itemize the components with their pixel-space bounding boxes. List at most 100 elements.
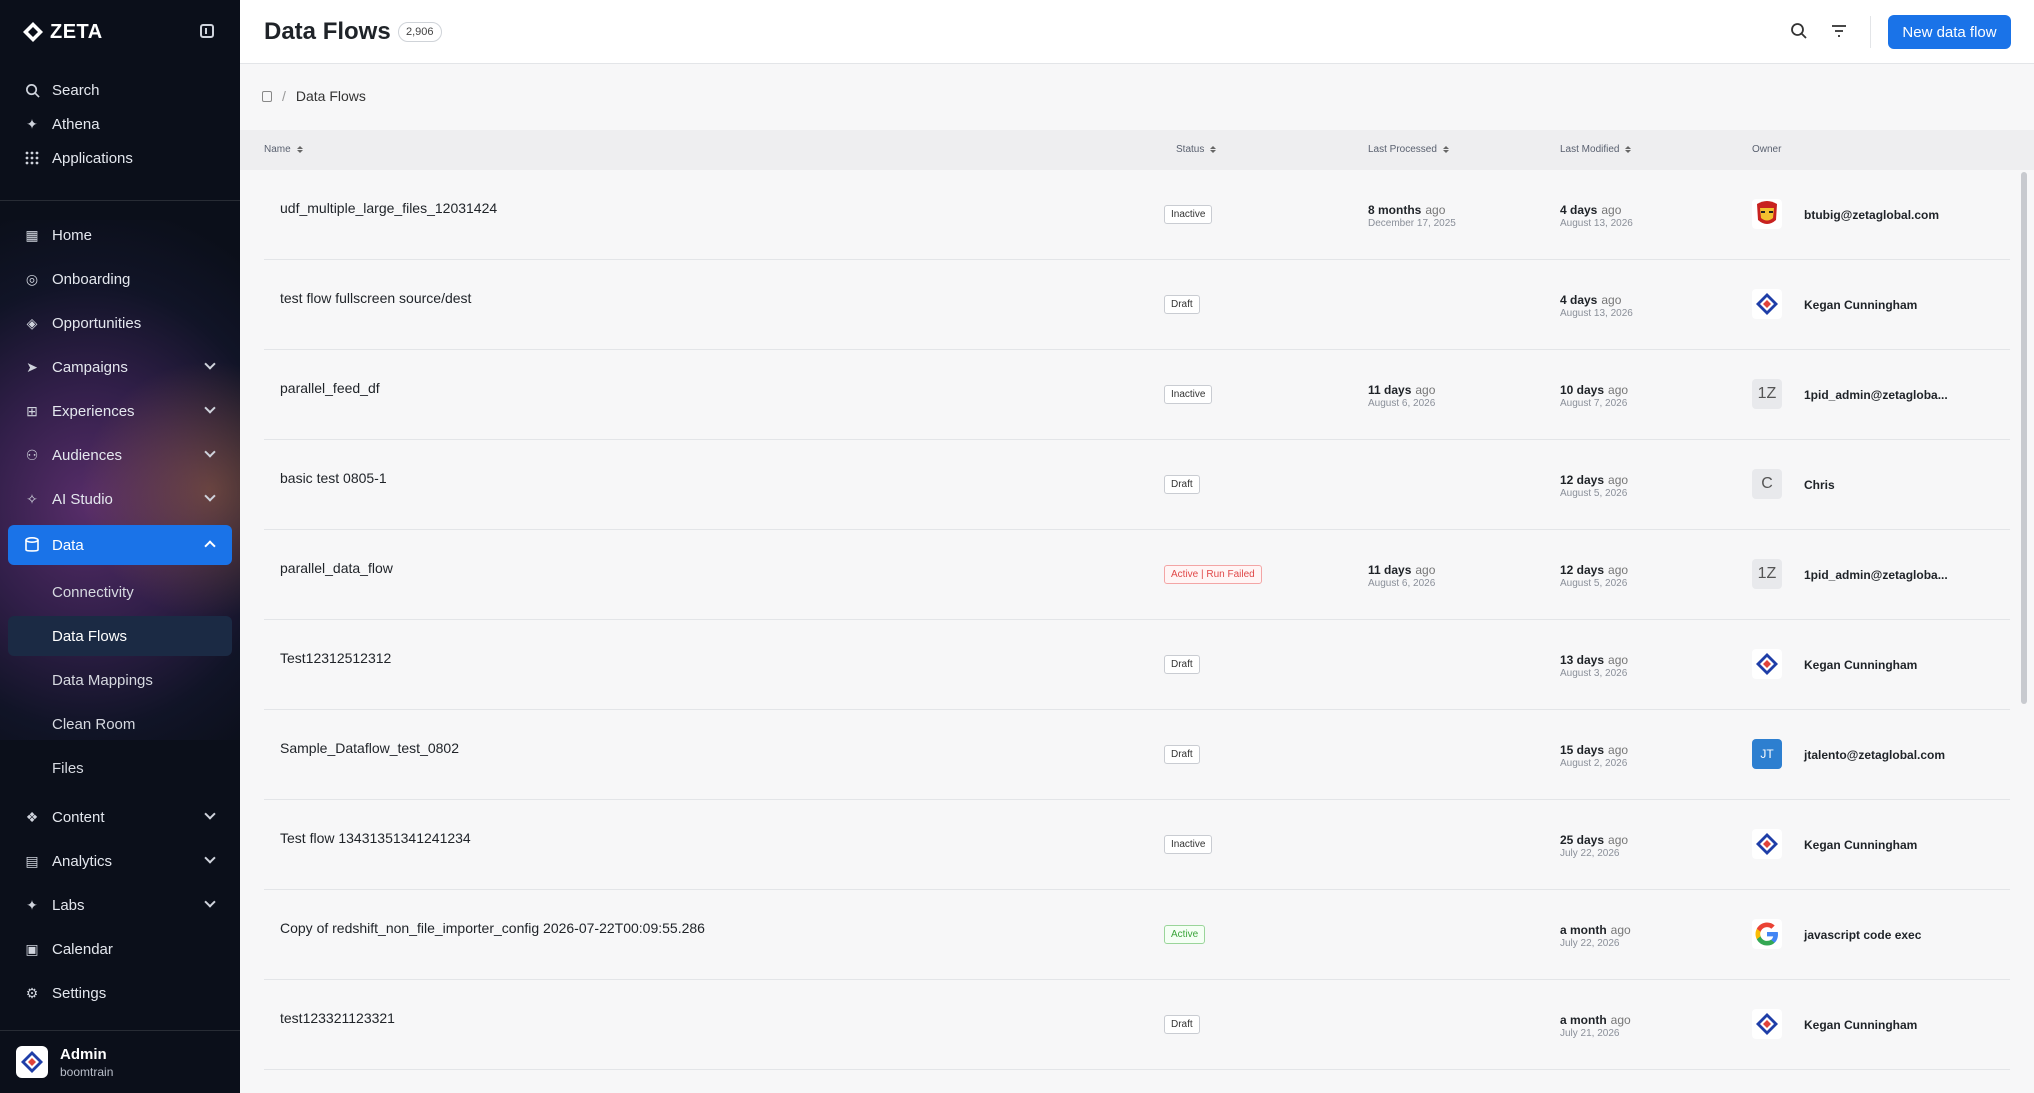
chevron-up-icon[interactable] [204,540,216,552]
table-row[interactable]: test123321123321 Draft a month ago July 2… [264,980,2010,1070]
chevron-down-icon[interactable] [204,402,216,414]
status-badge: Inactive [1164,205,1213,224]
flow-name[interactable]: Test flow 13431351341241234 [280,830,471,846]
sidebar-subitem-connectivity[interactable]: Connectivity [8,572,232,612]
flow-name[interactable]: basic test 0805-1 [280,470,387,486]
sidebar-item-opportunities[interactable]: ◈ Opportunities [8,303,232,343]
zeta-logo[interactable]: ZETA [22,21,103,44]
last-modified: 15 days ago August 2, 2026 [1560,743,1628,769]
flow-name[interactable]: parallel_data_flow [280,560,393,576]
flow-name[interactable]: Test12312512312 [280,650,391,666]
ago-label: ago [1610,1013,1631,1027]
sidebar-item-calendar[interactable]: ▣ Calendar [8,929,232,969]
table-row[interactable]: Copy of redshift_non_file_importer_confi… [264,890,2010,980]
table-row[interactable]: udf_multiple_large_files_12031424 Inacti… [264,170,2010,260]
table-row[interactable]: basic test 0805-1 Draft 12 days ago Augus… [264,440,2010,530]
scrollbar[interactable] [2021,172,2027,704]
sidebar-item-home[interactable]: ▦ Home [8,215,232,255]
absolute-date: August 2, 2026 [1560,758,1628,769]
breadcrumb: / Data Flows [262,88,366,104]
sidebar-subitem-data-flows[interactable]: Data Flows [8,616,232,656]
chevron-down-icon[interactable] [204,490,216,502]
column-header-last-modified[interactable]: Last Modified [1560,144,1632,155]
chevron-down-icon[interactable] [204,446,216,458]
owner-avatar: 1Z [1752,379,1782,409]
sidebar-item-settings[interactable]: ⚙ Settings [8,973,232,1013]
table-row[interactable]: Test flow 13431351341241234 Inactive 25 … [264,800,2010,890]
owner-avatar [1752,1009,1782,1039]
column-label: Owner [1752,144,1782,155]
sidebar-item-label: Data [52,536,84,554]
column-header-owner: Owner [1752,144,1781,155]
column-header-last-processed[interactable]: Last Processed [1368,144,1449,155]
sidebar-item-ai-studio[interactable]: ✧ AI Studio [8,479,232,519]
flow-name[interactable]: udf_multiple_large_files_12031424 [280,200,497,216]
flow-name[interactable]: Sample_Dataflow_test_0802 [280,740,459,756]
relative-time: 25 days [1560,833,1605,847]
sidebar-item-experiences[interactable]: ⊞ Experiences [8,391,232,431]
chevron-down-icon[interactable] [204,358,216,370]
sidebar-account[interactable]: Admin boomtrain [0,1030,240,1093]
sidebar-item-campaigns[interactable]: ➤ Campaigns [8,347,232,387]
sidebar-subitem-files[interactable]: Files [8,748,232,788]
relative-time: 15 days [1560,743,1605,757]
sidebar-subitem-clean-room[interactable]: Clean Room [8,704,232,744]
absolute-date: August 13, 2026 [1560,308,1633,319]
table-row[interactable]: parallel_data_flow Active | Run Failed 1… [264,530,2010,620]
status-badge: Active [1164,925,1206,944]
header-divider [1870,16,1871,48]
relative-time: 12 days [1560,473,1605,487]
chevron-down-icon[interactable] [204,808,216,820]
chevron-down-icon[interactable] [204,896,216,908]
sidebar-item-labs[interactable]: ✦ Labs [8,885,232,925]
sidebar-item-content[interactable]: ❖ Content [8,797,232,837]
sidebar-subitem-label: Data Flows [52,627,128,645]
table-row[interactable]: Sample_Dataflow_test_0802 Draft 15 days a… [264,710,2010,800]
absolute-date: August 3, 2026 [1560,668,1628,679]
column-header-name[interactable]: Name [264,144,303,155]
owner-avatar [1752,919,1782,949]
sidebar-item-label: Content [52,808,105,826]
account-name: Admin [60,1045,107,1063]
database-icon[interactable] [262,90,272,102]
column-header-status[interactable]: Status [1176,144,1217,155]
ago-label: ago [1608,473,1629,487]
absolute-date: July 22, 2026 [1560,848,1620,859]
owner-name: Kegan Cunningham [1804,298,1918,312]
sidebar-item-label: Campaigns [52,358,128,376]
search-icon[interactable] [1790,22,1808,40]
last-processed: 11 days ago August 6, 2026 [1368,383,1435,409]
owner-avatar [1752,829,1782,859]
sidebar-item-audiences[interactable]: ⚇ Audiences [8,435,232,475]
sidebar-item-analytics[interactable]: ▤ Analytics [8,841,232,881]
new-data-flow-button[interactable]: New data flow [1888,15,2011,49]
table-row[interactable]: test flow fullscreen source/dest Draft 4… [264,260,2010,350]
sidebar-item-applications[interactable]: Applications [8,138,232,178]
flow-name[interactable]: Copy of redshift_non_file_importer_confi… [280,920,705,936]
flow-name[interactable]: parallel_feed_df [280,380,380,396]
sidebar: ZETA Search ✦ Athena Applications ▦ Home [0,0,240,1093]
owner-avatar: C [1752,469,1782,499]
sidebar-item-onboarding[interactable]: ◎ Onboarding [8,259,232,299]
sidebar-item-data[interactable]: Data [8,525,232,565]
sidebar-item-label: Labs [52,896,85,914]
relative-time: 11 days [1368,563,1412,577]
zeta-logo-icon [23,22,43,42]
last-modified: a month ago July 21, 2026 [1560,1013,1631,1039]
collapse-sidebar-icon[interactable] [200,24,214,38]
relative-time: 4 days [1560,293,1598,307]
flow-name[interactable]: test flow fullscreen source/dest [280,290,471,306]
avatar [16,1046,48,1078]
filter-icon[interactable] [1830,22,1848,40]
ago-label: ago [1608,743,1629,757]
table-row[interactable]: parallel_feed_df Inactive 11 days ago Aug… [264,350,2010,440]
flow-name[interactable]: test123321123321 [280,1010,395,1026]
search-icon [24,82,40,98]
sidebar-subitem-data-mappings[interactable]: Data Mappings [8,660,232,700]
absolute-date: August 5, 2026 [1560,578,1628,589]
chevron-down-icon[interactable] [204,852,216,864]
sidebar-item-label: Experiences [52,402,135,420]
zeta-avatar-icon [1756,833,1778,855]
table-row[interactable]: Test12312512312 Draft 13 days ago August … [264,620,2010,710]
sort-icon [1442,146,1449,153]
